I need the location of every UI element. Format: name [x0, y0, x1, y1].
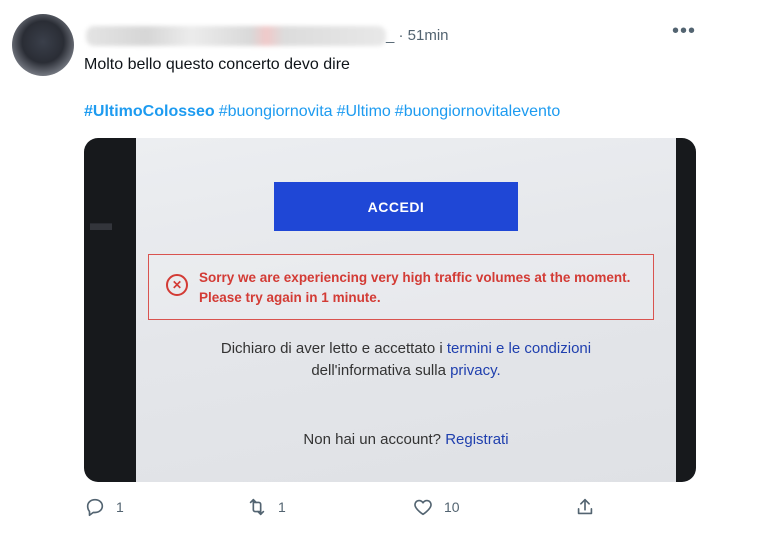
retweet-button[interactable]: 1 [246, 496, 286, 518]
registrati-link: Registrati [445, 431, 509, 448]
like-icon [414, 499, 432, 516]
blurred-username[interactable] [86, 26, 386, 46]
hashtag-ultimo[interactable]: #Ultimo [337, 103, 391, 120]
hashtag-list: #UltimoColosseo #buongiornovita #Ultimo #bu… [84, 103, 564, 121]
tweet-actions: 1 1 10 [84, 496, 624, 524]
reply-count: 1 [116, 499, 124, 515]
terms-link: termini e le condizioni [446, 340, 592, 357]
reply-button[interactable]: 1 [84, 496, 124, 518]
retweet-count: 1 [278, 499, 286, 515]
accedi-button: ACCEDI [274, 182, 518, 231]
share-button[interactable] [574, 496, 596, 518]
like-count: 10 [444, 499, 460, 515]
like-button[interactable]: 10 [412, 496, 460, 518]
tweet-text: Molto bello questo concerto devo dire [84, 56, 350, 73]
consent-line2: dell'informativa sulla [311, 362, 446, 379]
error-message: Sorry we are experiencing very high traf… [199, 270, 631, 305]
retweet-icon [249, 498, 265, 516]
hashtag-ultimocolosseo[interactable]: #UltimoColosseo [84, 103, 215, 120]
consent-line1: Dichiaro di aver letto e accettato i [220, 340, 443, 357]
close-circle-icon: ✕ [166, 274, 188, 296]
background-ghost-text: ▬ [90, 210, 112, 235]
reply-icon [86, 498, 104, 517]
hashtag-buongiornovita[interactable]: #buongiornovita [219, 103, 333, 120]
share-icon [577, 498, 593, 515]
tweet-media-image[interactable]: ▬ ACCEDI ✕ Sorry we are experiencing ver… [84, 138, 696, 482]
avatar[interactable] [12, 14, 74, 76]
signup-text: Non hai un account? Registrati [136, 431, 676, 448]
error-alert: ✕ Sorry we are experiencing very high tr… [148, 254, 654, 320]
phone-screen: ACCEDI ✕ Sorry we are experiencing very … [136, 138, 676, 482]
signup-prefix: Non hai un account? [303, 431, 442, 448]
hashtag-buongiornovitalevento[interactable]: #buongiornovitalevento [395, 103, 560, 120]
tweet-timestamp[interactable]: _ · 51min [386, 27, 449, 44]
more-horizontal-icon[interactable]: ••• [672, 20, 696, 43]
privacy-link: privacy. [450, 362, 501, 379]
consent-text: Dichiaro di aver letto e accettato i ter… [136, 338, 676, 382]
